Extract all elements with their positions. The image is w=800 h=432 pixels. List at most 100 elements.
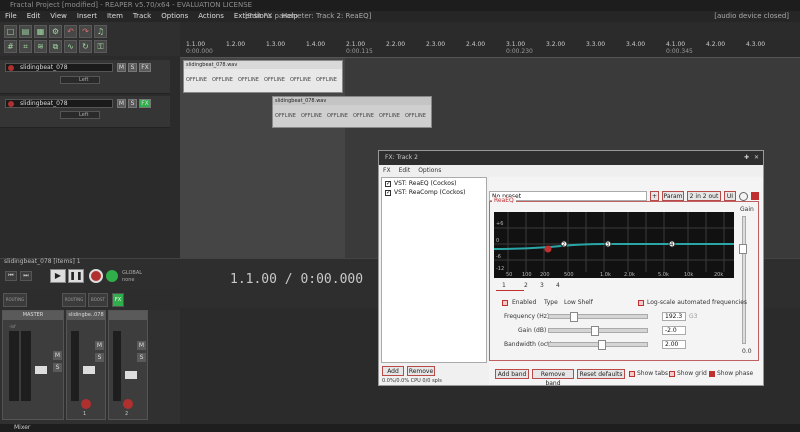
show-phase-checkbox[interactable]	[709, 371, 715, 377]
solo-button[interactable]: S	[128, 99, 137, 108]
frequency-slider[interactable]	[548, 314, 648, 319]
mixer-tab[interactable]: Mixer	[14, 424, 30, 431]
mixer-strip-track-2[interactable]: M S 2	[108, 310, 148, 420]
project-settings-icon[interactable]: ⚙	[49, 25, 62, 38]
ripple-icon[interactable]: ≋	[34, 40, 47, 53]
band-tab-4[interactable]: 4	[556, 282, 560, 289]
menu-track[interactable]: Track	[133, 12, 151, 20]
new-project-icon[interactable]: □	[4, 25, 17, 38]
preset-add-button[interactable]: +	[650, 191, 659, 201]
mute-button[interactable]: M	[117, 63, 126, 72]
redo-icon[interactable]: ↷	[79, 25, 92, 38]
logscale-checkbox[interactable]	[638, 300, 644, 306]
grid-icon[interactable]: #	[4, 40, 17, 53]
menu-options[interactable]: Options	[161, 12, 188, 20]
mute-button[interactable]: M	[137, 341, 146, 350]
record-arm-icon[interactable]	[8, 65, 14, 71]
menu-file[interactable]: File	[5, 12, 17, 20]
go-to-end-icon[interactable]: ⏭	[20, 271, 32, 281]
record-arm-icon[interactable]	[81, 399, 91, 409]
band-tab-2[interactable]: 2	[524, 282, 528, 289]
mute-button[interactable]: M	[53, 351, 62, 360]
media-item-1[interactable]: slidingbeat_078.wav OFFLINE OFFLINE OFFL…	[183, 60, 343, 93]
volume-fader[interactable]	[35, 366, 47, 374]
enabled-checkbox[interactable]	[502, 300, 508, 306]
bandwidth-value[interactable]: 2.00	[662, 340, 686, 349]
show-tabs-checkbox[interactable]	[629, 371, 635, 377]
type-dropdown[interactable]: Low Shelf	[564, 299, 593, 306]
pause-icon[interactable]: ❚❚	[68, 269, 84, 283]
save-project-icon[interactable]: ▦	[34, 25, 47, 38]
track-control-panel-1[interactable]: slidingbeat_078 M S FX Left	[0, 60, 170, 94]
menu-insert[interactable]: Insert	[77, 12, 97, 20]
fx-chain-window[interactable]: FX: Track 2 ✚ ✕ FX Edit Options ✓ VST: ReaE…	[378, 150, 764, 387]
fx-button-active[interactable]: FX	[139, 99, 151, 108]
solo-button[interactable]: S	[128, 63, 137, 72]
pan-field[interactable]: Left	[60, 111, 100, 119]
track1-boost-button[interactable]: BOOST	[88, 293, 108, 307]
ui-button[interactable]: UI	[724, 191, 736, 201]
solo-button[interactable]: S	[95, 353, 104, 362]
bypass-checkbox[interactable]: ✓	[385, 180, 391, 187]
frequency-value[interactable]: 192.3	[662, 312, 686, 321]
add-band-button[interactable]: Add band	[495, 369, 529, 379]
track2-fx-button[interactable]: FX	[112, 293, 124, 307]
track-name-field[interactable]: slidingbeat_078	[5, 99, 113, 108]
automation-mode[interactable]: none	[122, 277, 134, 283]
mute-button[interactable]: M	[117, 99, 126, 108]
record-arm-icon[interactable]	[123, 399, 133, 409]
bypass-checkbox[interactable]: ✓	[385, 189, 391, 196]
menu-item[interactable]: Item	[107, 12, 123, 20]
repeat-icon[interactable]	[106, 270, 118, 282]
fx-window-title-bar[interactable]: FX: Track 2 ✚ ✕	[379, 151, 763, 165]
play-icon[interactable]: ▶	[50, 269, 66, 283]
record-icon[interactable]	[89, 269, 103, 283]
track-name-field[interactable]: slidingbeat_078	[5, 63, 113, 72]
fx-chain-item[interactable]: ✓ VST: ReaEQ (Cockos)	[385, 180, 456, 188]
loop-icon[interactable]: ↻	[79, 40, 92, 53]
wet-knob-icon[interactable]	[739, 192, 748, 201]
show-grid-checkbox[interactable]	[669, 371, 675, 377]
add-fx-button[interactable]: Add	[382, 366, 404, 376]
band-tab-3[interactable]: 3	[540, 282, 544, 289]
mixer-strip-master[interactable]: MASTER M S -inf	[2, 310, 64, 420]
go-to-start-icon[interactable]: ⏮	[5, 271, 17, 281]
pan-field[interactable]: Left	[60, 76, 100, 84]
timeline-ruler[interactable]: 1.1.00 1.2.00 1.3.00 1.4.00 2.1.00 2.2.0…	[180, 40, 800, 58]
remove-band-button[interactable]: Remove band	[532, 369, 574, 387]
remove-fx-button[interactable]: Remove	[407, 366, 435, 376]
fx-menu-options[interactable]: Options	[418, 167, 441, 174]
track1-routing-button[interactable]: ROUTING	[62, 293, 86, 307]
fx-menu-fx[interactable]: FX	[383, 167, 391, 174]
bandwidth-slider-thumb[interactable]	[598, 340, 606, 350]
io-button[interactable]: 2 in 2 out	[687, 191, 721, 201]
volume-fader[interactable]	[125, 371, 137, 379]
lock-icon[interactable]: ⚿	[94, 40, 107, 53]
open-project-icon[interactable]: ▤	[19, 25, 32, 38]
pin-icon[interactable]: ✚	[744, 151, 749, 165]
gain-slider[interactable]	[742, 216, 746, 344]
envelope-icon[interactable]: ∿	[64, 40, 77, 53]
fx-chain-item[interactable]: ✓ VST: ReaComp (Cockos)	[385, 189, 465, 197]
gain-slider-thumb[interactable]	[739, 244, 747, 254]
snap-icon[interactable]: ⌗	[19, 40, 32, 53]
menu-actions[interactable]: Actions	[198, 12, 224, 20]
metronome-icon[interactable]: ♫	[94, 25, 107, 38]
fx-button[interactable]: FX	[139, 63, 151, 72]
master-routing-button[interactable]: ROUTING	[3, 293, 27, 307]
bypass-toggle[interactable]	[751, 192, 759, 200]
param-button[interactable]: Param	[662, 191, 684, 201]
close-icon[interactable]: ✕	[754, 151, 759, 165]
fx-chain-list[interactable]: ✓ VST: ReaEQ (Cockos) ✓ VST: ReaComp (Cock…	[381, 177, 487, 363]
undo-icon[interactable]: ↶	[64, 25, 77, 38]
media-item-2[interactable]: slidingbeat_078.wav OFFLINE OFFLINE OFFL…	[272, 96, 432, 128]
fx-menu-edit[interactable]: Edit	[399, 167, 411, 174]
mute-button[interactable]: M	[95, 341, 104, 350]
volume-fader[interactable]	[83, 366, 95, 374]
track-control-panel-2[interactable]: slidingbeat_078 M S FX Left	[0, 96, 170, 128]
solo-button[interactable]: S	[53, 363, 62, 372]
menu-view[interactable]: View	[50, 12, 67, 20]
mixer-strip-track-1[interactable]: slidingbe..078 M S 1	[66, 310, 106, 420]
band-tab-1[interactable]: 1	[502, 282, 506, 289]
menu-edit[interactable]: Edit	[27, 12, 41, 20]
